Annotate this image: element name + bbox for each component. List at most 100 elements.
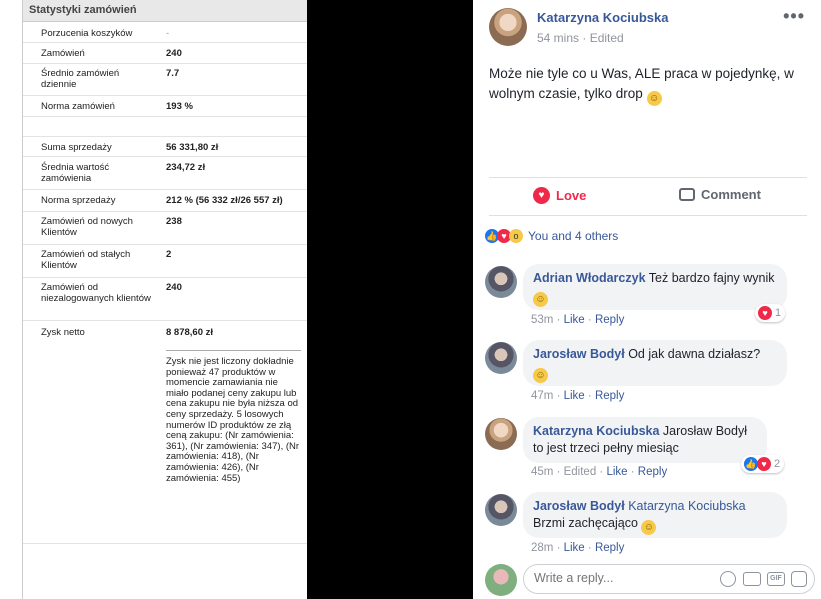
stats-row: Średnio zamówień dziennie 7.7 — [23, 64, 308, 96]
my-avatar[interactable] — [485, 564, 517, 596]
post-edited[interactable]: Edited — [590, 31, 624, 45]
profit-note: Zysk nie jest liczony dokładnie ponieważ… — [166, 350, 301, 484]
comment-author[interactable]: Katarzyna Kociubska — [533, 424, 659, 438]
comment-reaction-badge[interactable]: ♥ 1 — [755, 304, 786, 322]
comment-meta: 45m · Edited · Like · Reply — [531, 466, 668, 478]
stats-row: Średnia wartość zamówienia 234,72 zł — [23, 157, 308, 190]
author-name[interactable]: Katarzyna Kociubska — [537, 10, 669, 25]
post-meta: 54 mins · Edited — [537, 31, 624, 45]
comment-meta: 53m · Like · Reply — [531, 314, 625, 326]
love-label: Love — [556, 188, 587, 203]
post-body: Może nie tyle co u Was, ALE praca w poje… — [489, 64, 811, 106]
comment-text: Od jak dawna działasz? — [628, 347, 761, 361]
reply-input[interactable] — [534, 571, 704, 585]
stats-label: Norma zamówień — [41, 101, 115, 112]
emoji-icon[interactable] — [720, 571, 736, 587]
wow-icon: o — [509, 229, 523, 243]
commenter-avatar[interactable] — [485, 266, 517, 298]
gif-icon[interactable]: GIF — [767, 572, 785, 586]
order-stats-panel: Statystyki zamówień Porzucenia koszyków … — [22, 0, 308, 599]
comment-bubble: Jarosław Bodył Od jak dawna działasz? ☺ — [523, 340, 787, 386]
comment-meta: 28m · Like · Reply — [531, 542, 625, 554]
comment-label: Comment — [701, 187, 761, 202]
comment-button[interactable]: Comment — [679, 187, 761, 202]
commenter-avatar[interactable] — [485, 342, 517, 374]
comment-like-link[interactable]: Like — [564, 390, 585, 402]
stats-label: Zamówień od stałych Klientów — [41, 249, 131, 271]
smile-emoji-icon: ☺ — [533, 368, 548, 383]
camera-icon[interactable] — [743, 572, 761, 586]
comment-time[interactable]: 47m — [531, 390, 553, 402]
comment-bubble: Katarzyna Kociubska Jarosław Bodył to je… — [523, 417, 767, 463]
stats-label: Średnia wartość zamówienia — [41, 162, 110, 184]
stats-row: Norma zamówień 193 % — [23, 96, 308, 117]
stats-label: Średnio zamówień dziennie — [41, 68, 120, 90]
comment-time[interactable]: 53m — [531, 314, 553, 326]
comment-bubble: Adrian Włodarczyk Też bardzo fajny wynik… — [523, 264, 787, 310]
comment-like-link[interactable]: Like — [564, 542, 585, 554]
stats-value: 56 331,80 zł — [166, 142, 219, 153]
stats-value: 240 — [166, 282, 182, 293]
reply-box: GIF — [523, 564, 815, 594]
heart-icon: ♥ — [533, 187, 550, 204]
stats-label: Zamówień od nowych Klientów — [41, 216, 133, 238]
comment-text: Też bardzo fajny wynik — [648, 271, 775, 285]
sticker-icon[interactable] — [791, 571, 807, 587]
post-time[interactable]: 54 mins — [537, 31, 579, 45]
comment-like-link[interactable]: Like — [564, 314, 585, 326]
stats-label: Zamówień od niezalogowanych klientów — [41, 282, 151, 304]
comment-time[interactable]: 45m — [531, 466, 553, 478]
stats-label: Zysk netto — [41, 327, 85, 338]
commenter-avatar[interactable] — [485, 418, 517, 450]
smile-emoji-icon: ☺ — [533, 292, 548, 307]
smile-emoji-icon: ☺ — [641, 520, 657, 535]
comment-author[interactable]: Jarosław Bodył — [533, 347, 625, 361]
reactions-summary[interactable]: 👍 ♥ o You and 4 others — [485, 229, 618, 243]
stats-row: Zamówień od niezalogowanych klientów 240 — [23, 278, 308, 321]
heart-icon: ♥ — [757, 457, 771, 471]
comment-reply-link[interactable]: Reply — [595, 542, 624, 554]
stats-title: Statystyki zamówień — [23, 0, 307, 22]
black-divider-panel — [307, 0, 473, 599]
stats-label: Suma sprzedaży — [41, 142, 112, 153]
smile-emoji-icon: ☺ — [646, 91, 662, 106]
comment-reaction-badge[interactable]: 👍 ♥ 2 — [741, 455, 785, 473]
comment-time[interactable]: 28m — [531, 542, 553, 554]
stats-label: Norma sprzedaży — [41, 195, 116, 206]
comment-reply-link[interactable]: Reply — [595, 390, 624, 402]
comment-mention[interactable]: Katarzyna Kociubska — [628, 499, 745, 513]
more-dots-icon[interactable]: ••• — [783, 6, 805, 27]
stats-row: Zamówień od nowych Klientów 238 — [23, 212, 308, 245]
stats-row: Zamówień 240 — [23, 43, 308, 64]
stats-value: 7.7 — [166, 68, 180, 79]
comment-meta: 47m · Like · Reply — [531, 390, 625, 402]
author-avatar[interactable] — [489, 8, 527, 46]
post-text: Może nie tyle co u Was, ALE praca w poje… — [489, 66, 794, 101]
stats-label: Porzucenia koszyków — [41, 28, 133, 39]
comment-reply-link[interactable]: Reply — [595, 314, 624, 326]
comment-reply-link[interactable]: Reply — [638, 466, 667, 478]
love-button[interactable]: ♥ Love — [533, 187, 586, 204]
stats-value: 234,72 zł — [166, 162, 206, 173]
stats-row: Zamówień od stałych Klientów 2 — [23, 245, 308, 278]
reactions-text: You and 4 others — [528, 229, 619, 243]
commenter-avatar[interactable] — [485, 494, 517, 526]
comment-author[interactable]: Jarosław Bodył — [533, 499, 625, 513]
comment-like-link[interactable]: Like — [606, 466, 627, 478]
divider — [489, 215, 807, 216]
stats-value: 8 878,60 zł — [166, 327, 214, 338]
stats-value: 2 — [166, 249, 172, 260]
divider — [489, 177, 807, 178]
stats-value: 240 — [166, 48, 182, 59]
comment-author[interactable]: Adrian Włodarczyk — [533, 271, 646, 285]
reaction-count: 1 — [775, 307, 782, 319]
stats-value: 193 % — [166, 101, 193, 112]
reaction-count: 2 — [774, 458, 781, 470]
comment-edited[interactable]: Edited — [564, 466, 597, 478]
stats-value: 238 — [166, 216, 182, 227]
stats-value: - — [166, 28, 170, 39]
comment-icon — [679, 188, 695, 201]
stats-label: Zamówień — [41, 48, 85, 59]
stats-row: Porzucenia koszyków - — [23, 22, 308, 43]
stats-row: Suma sprzedaży 56 331,80 zł — [23, 137, 308, 157]
